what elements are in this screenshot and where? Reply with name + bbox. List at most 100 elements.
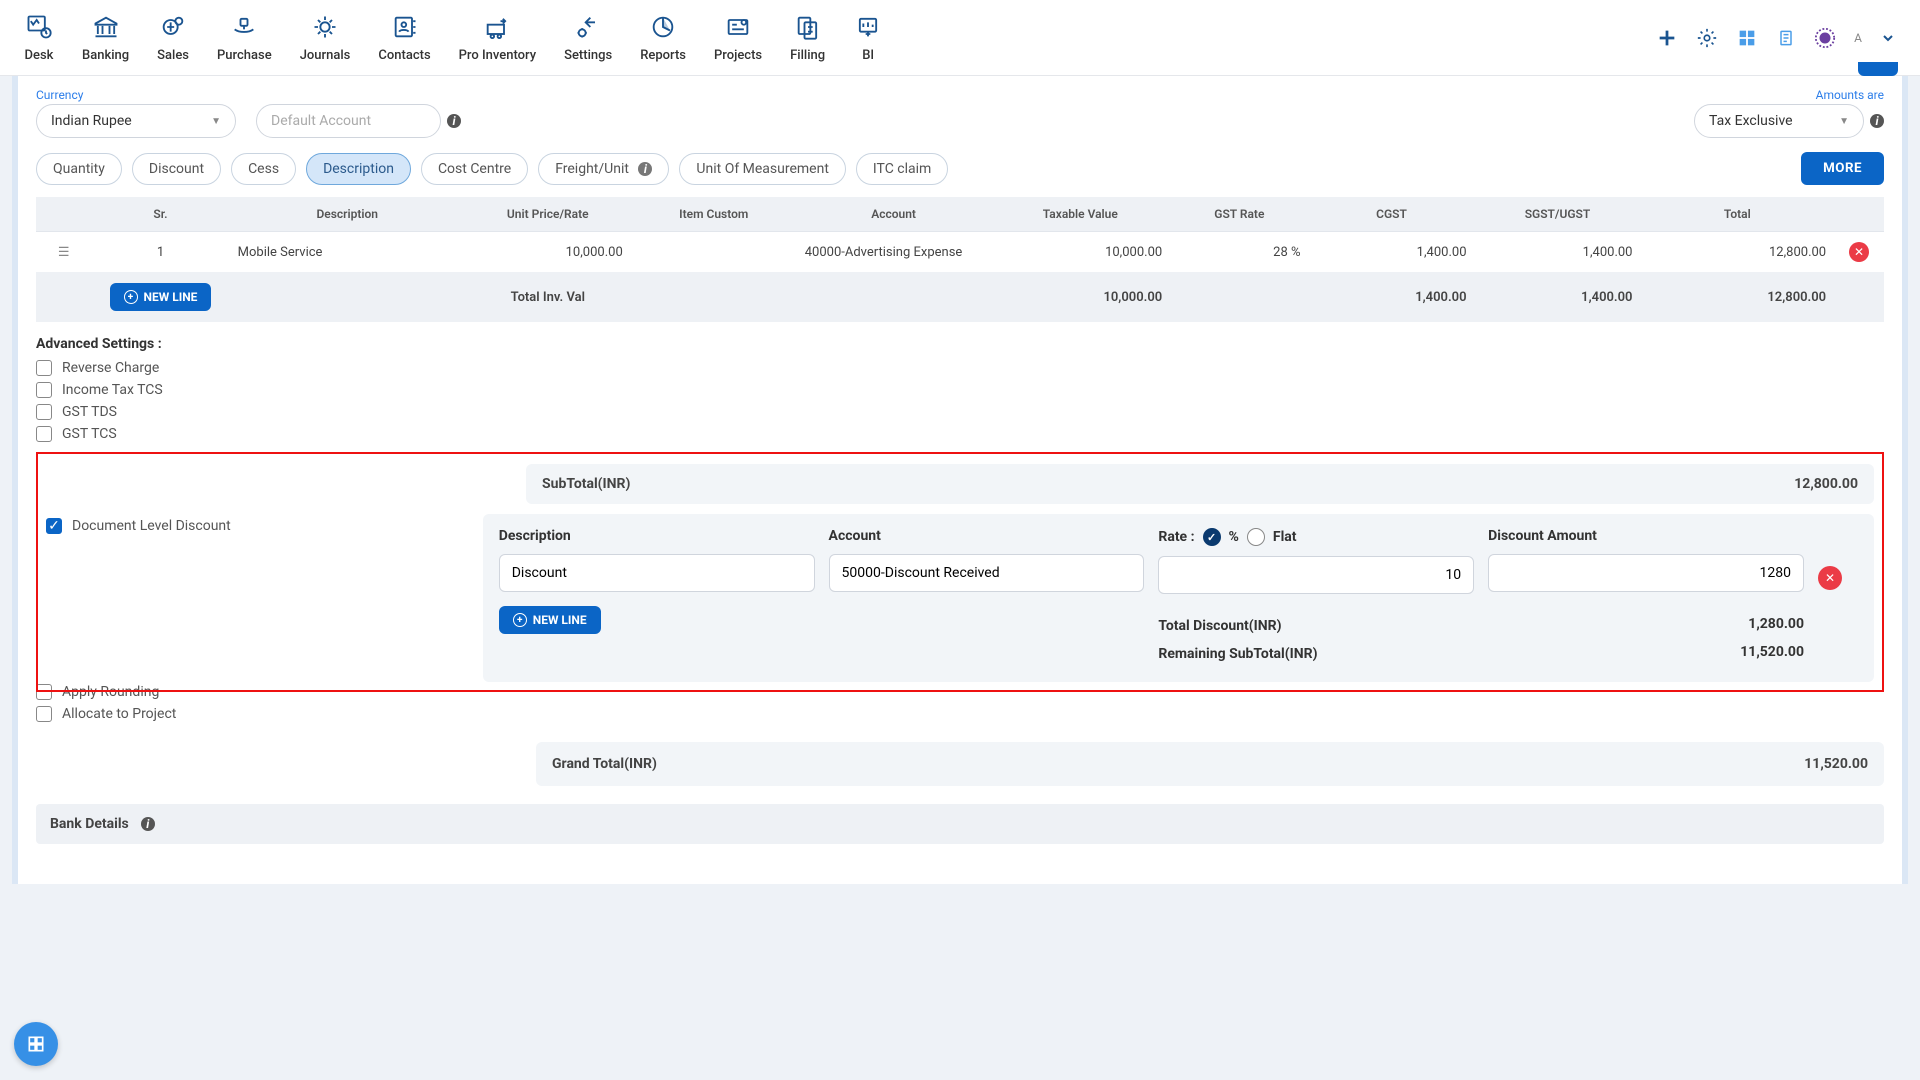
projects-icon bbox=[723, 12, 753, 42]
nav-settings[interactable]: Settings bbox=[564, 12, 612, 63]
calculator-icon[interactable] bbox=[1736, 27, 1758, 49]
more-button[interactable]: MORE bbox=[1801, 152, 1884, 185]
desk-icon bbox=[24, 12, 54, 42]
th-price: Unit Price/Rate bbox=[465, 197, 631, 232]
th-account: Account bbox=[797, 197, 991, 232]
nav-filling[interactable]: Filling bbox=[790, 12, 825, 63]
cell-gst[interactable]: 28 % bbox=[1170, 232, 1308, 273]
apps-fab-button[interactable] bbox=[14, 1022, 58, 1066]
clipboard-icon[interactable] bbox=[1776, 27, 1796, 49]
pill-itc[interactable]: ITC claim bbox=[856, 153, 948, 185]
chk-gst-tcs[interactable]: GST TCS bbox=[36, 426, 1884, 442]
disc-rate-input[interactable] bbox=[1158, 556, 1474, 594]
nav-desk[interactable]: Desk bbox=[24, 12, 54, 63]
disc-account-input[interactable] bbox=[829, 554, 1145, 592]
chk-allocate-project[interactable]: Allocate to Project bbox=[36, 706, 1884, 722]
cell-custom[interactable] bbox=[631, 232, 797, 273]
remaining-subtotal-value: 11,520.00 bbox=[1740, 644, 1804, 660]
currency-select[interactable]: Indian Rupee ▼ bbox=[36, 104, 236, 138]
form-top-row: Currency Indian Rupee ▼ Default Account … bbox=[36, 88, 1884, 138]
nav-proinventory[interactable]: Pro Inventory bbox=[459, 12, 536, 63]
checkbox-icon[interactable] bbox=[36, 426, 52, 442]
nav-contacts[interactable]: Contacts bbox=[378, 12, 430, 63]
nav-journals[interactable]: Journals bbox=[300, 12, 351, 63]
nav-sales[interactable]: Sales bbox=[157, 12, 189, 63]
checkbox-icon[interactable] bbox=[36, 404, 52, 420]
th-gstrate: GST Rate bbox=[1170, 197, 1308, 232]
grand-total-value: 11,520.00 bbox=[1804, 756, 1868, 772]
nav-label: Desk bbox=[25, 48, 54, 63]
column-pills: Quantity Discount Cess Description Cost … bbox=[36, 153, 948, 185]
info-icon[interactable]: i bbox=[447, 114, 461, 128]
default-account-input[interactable]: Default Account bbox=[256, 104, 441, 138]
cell-price[interactable]: 10,000.00 bbox=[465, 232, 631, 273]
cell-account[interactable]: 40000-Advertising Expense bbox=[797, 232, 991, 273]
amounts-label: Amounts are bbox=[1816, 88, 1884, 102]
info-icon[interactable]: i bbox=[141, 817, 155, 831]
new-badge-icon[interactable] bbox=[1814, 27, 1836, 49]
cell-sgst: 1,400.00 bbox=[1475, 232, 1641, 273]
th-cgst: CGST bbox=[1309, 197, 1475, 232]
grand-total-label: Grand Total(INR) bbox=[552, 756, 657, 772]
chk-gst-tds[interactable]: GST TDS bbox=[36, 404, 1884, 420]
amounts-field: Amounts are Tax Exclusive ▼ i bbox=[1694, 88, 1884, 138]
pill-cess[interactable]: Cess bbox=[231, 153, 296, 185]
column-pills-row: Quantity Discount Cess Description Cost … bbox=[36, 152, 1884, 185]
delete-row-button[interactable]: ✕ bbox=[1849, 242, 1869, 262]
rate-percent-radio[interactable] bbox=[1203, 528, 1221, 546]
nav-items: Desk Banking Sales Purchase Journals Con… bbox=[24, 12, 883, 63]
scroll-handle[interactable] bbox=[1858, 62, 1898, 76]
chk-income-tax-tcs[interactable]: Income Tax TCS bbox=[36, 382, 1884, 398]
pill-uom[interactable]: Unit Of Measurement bbox=[679, 153, 846, 185]
plus-circle-icon: + bbox=[124, 290, 138, 304]
subtotal-label: SubTotal(INR) bbox=[542, 476, 630, 492]
nav-bi[interactable]: BI bbox=[853, 12, 883, 63]
pill-description[interactable]: Description bbox=[306, 153, 411, 185]
nav-reports[interactable]: Reports bbox=[640, 12, 686, 63]
chk-doc-level-discount[interactable]: ✓ Document Level Discount bbox=[46, 518, 231, 534]
checkbox-checked-icon[interactable]: ✓ bbox=[46, 518, 62, 534]
disc-desc-input[interactable] bbox=[499, 554, 815, 592]
pill-costcentre[interactable]: Cost Centre bbox=[421, 153, 528, 185]
amounts-select[interactable]: Tax Exclusive ▼ bbox=[1694, 104, 1864, 138]
drag-handle-icon[interactable]: ☰ bbox=[58, 245, 70, 260]
user-initial[interactable]: A bbox=[1854, 31, 1862, 45]
settings-icon bbox=[573, 12, 603, 42]
nav-purchase[interactable]: Purchase bbox=[217, 12, 272, 63]
nav-label: Projects bbox=[714, 48, 762, 63]
rate-flat-radio[interactable] bbox=[1247, 528, 1265, 546]
plus-icon[interactable] bbox=[1656, 27, 1678, 49]
disc-desc-header: Description bbox=[499, 528, 815, 544]
disc-amount-input[interactable] bbox=[1488, 554, 1804, 592]
delete-discount-button[interactable]: ✕ bbox=[1818, 566, 1842, 590]
cell-total: 12,800.00 bbox=[1640, 232, 1834, 273]
chevron-down-icon[interactable] bbox=[1880, 30, 1896, 46]
chk-reverse-charge[interactable]: Reverse Charge bbox=[36, 360, 1884, 376]
contacts-icon bbox=[390, 12, 420, 42]
totals-cgst: 1,400.00 bbox=[1309, 273, 1475, 322]
pill-quantity[interactable]: Quantity bbox=[36, 153, 122, 185]
checkbox-icon[interactable] bbox=[36, 706, 52, 722]
top-navigation: Desk Banking Sales Purchase Journals Con… bbox=[0, 0, 1920, 76]
nav-banking[interactable]: Banking bbox=[82, 12, 129, 63]
bank-details-bar[interactable]: Bank Details i bbox=[36, 804, 1884, 844]
currency-label: Currency bbox=[36, 88, 236, 102]
nav-label: Settings bbox=[564, 48, 612, 63]
info-icon[interactable]: i bbox=[1870, 114, 1884, 128]
nav-projects[interactable]: Projects bbox=[714, 12, 762, 63]
th-taxable: Taxable Value bbox=[990, 197, 1170, 232]
pill-freight[interactable]: Freight/Unit i bbox=[538, 153, 669, 185]
nav-label: Pro Inventory bbox=[459, 48, 536, 63]
nav-right: A bbox=[1656, 27, 1896, 49]
checkbox-icon[interactable] bbox=[36, 360, 52, 376]
new-line-button[interactable]: +NEW LINE bbox=[110, 283, 212, 311]
total-discount-value: 1,280.00 bbox=[1748, 616, 1804, 632]
checkbox-icon[interactable] bbox=[36, 382, 52, 398]
disc-amount-header: Discount Amount bbox=[1488, 528, 1804, 544]
info-icon: i bbox=[638, 162, 652, 176]
cell-desc[interactable]: Mobile Service bbox=[230, 232, 465, 273]
pill-discount[interactable]: Discount bbox=[132, 153, 221, 185]
gear-icon[interactable] bbox=[1696, 27, 1718, 49]
default-account-placeholder: Default Account bbox=[271, 113, 371, 129]
disc-new-line-button[interactable]: +NEW LINE bbox=[499, 606, 601, 634]
